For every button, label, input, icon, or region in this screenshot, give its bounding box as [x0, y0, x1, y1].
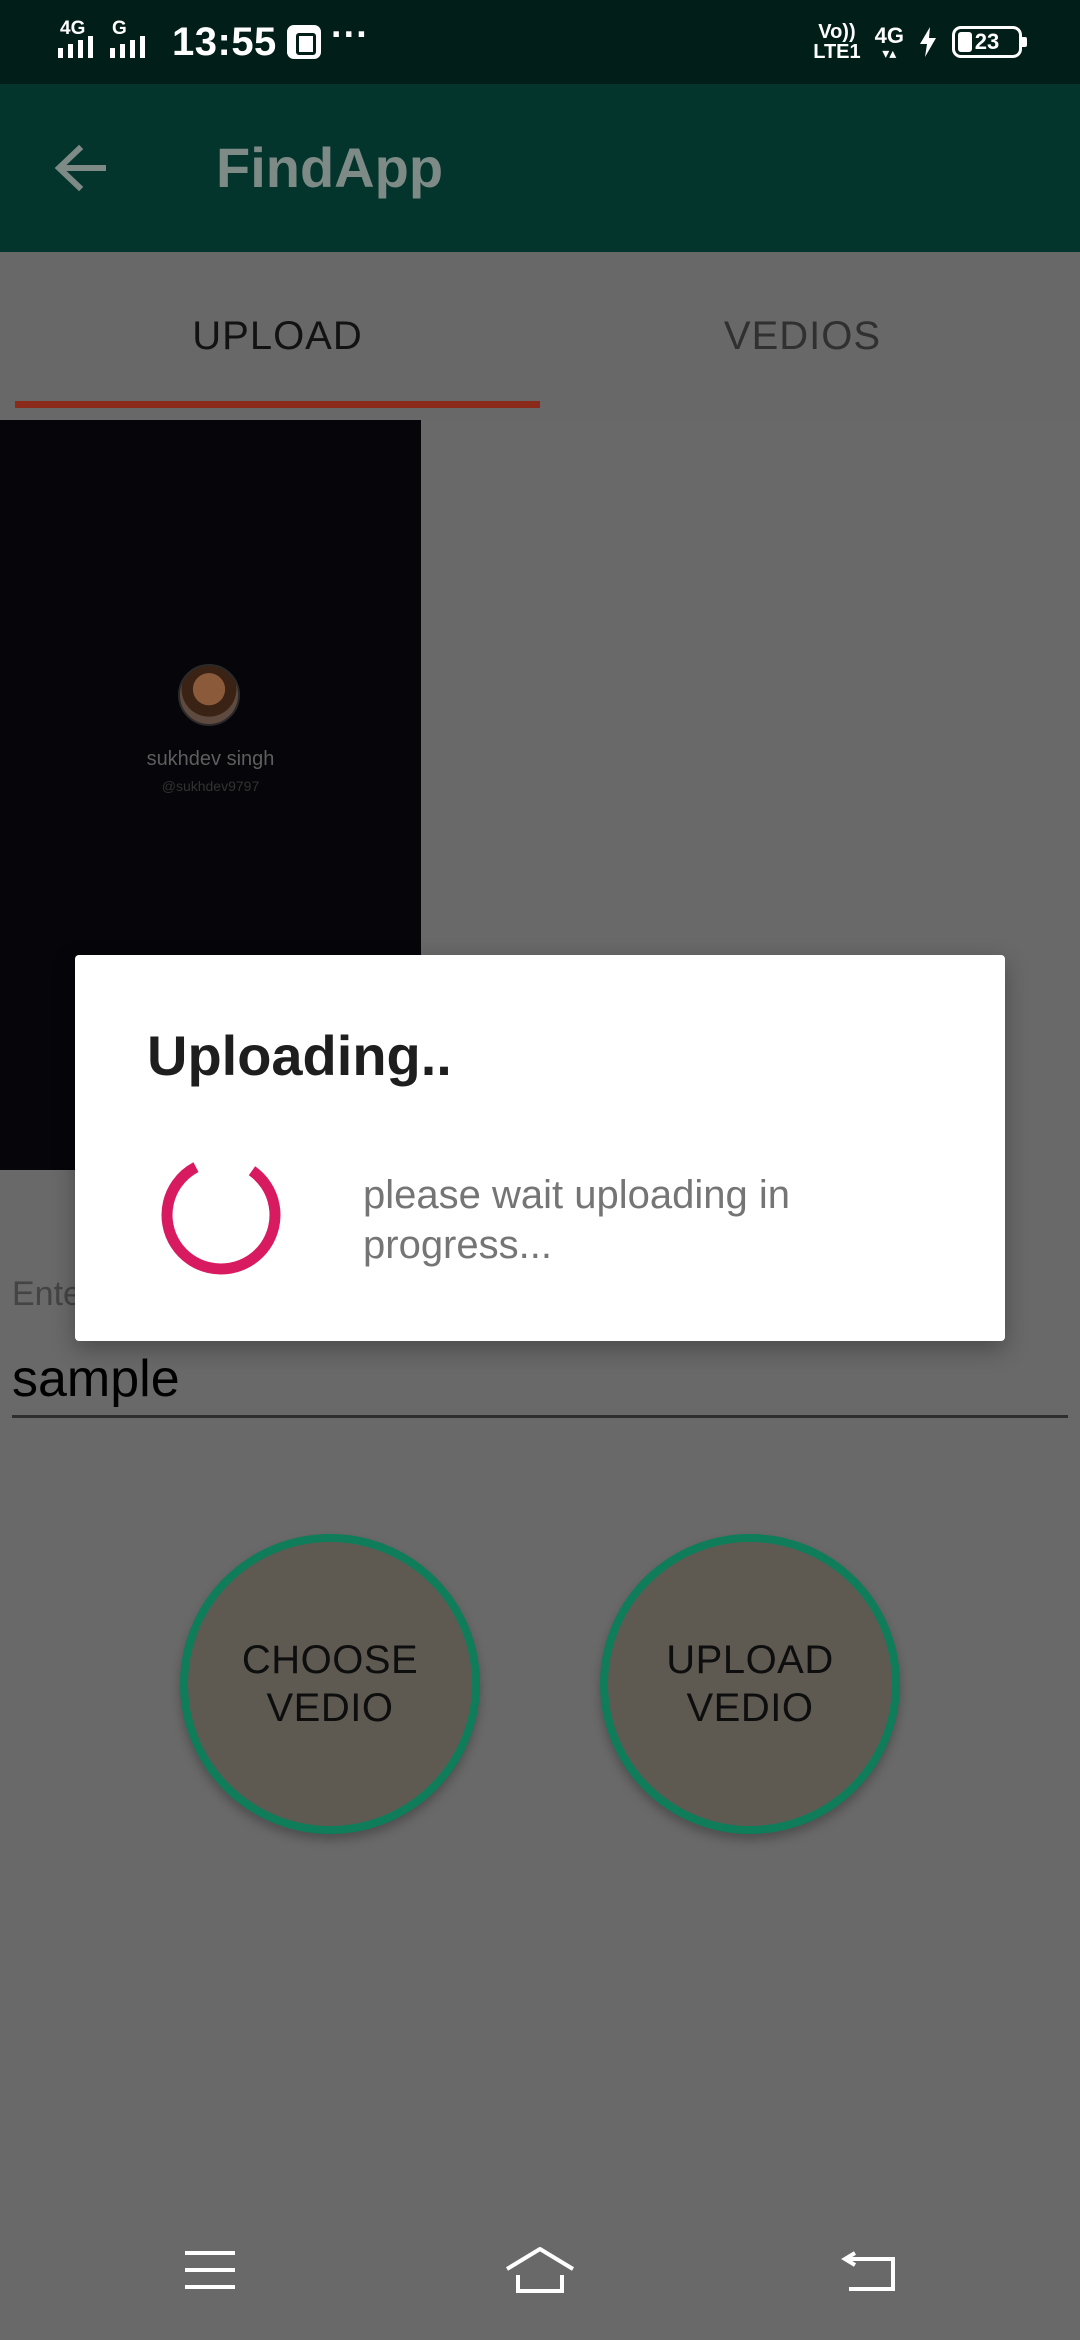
- video-author-name: sukhdev singh: [146, 748, 275, 770]
- tab-vedios-label: VEDIOS: [723, 313, 882, 358]
- progress-spinner-icon: [161, 1155, 281, 1275]
- status-left: 4G G 13:55 ···: [58, 14, 369, 70]
- back-button[interactable]: [48, 136, 112, 200]
- arrow-left-icon: [54, 144, 106, 192]
- title-input[interactable]: [12, 1342, 1068, 1418]
- progress-dialog: Uploading.. please wait uploading in pro…: [75, 955, 1005, 1341]
- back-nav-button[interactable]: [820, 2220, 920, 2320]
- choose-video-label-2: VEDIO: [266, 1686, 394, 1730]
- battery-level: 23: [974, 29, 1000, 54]
- status-bar: 4G G 13:55 ··· Vo)) LTE1 4G ▾▴ 23: [0, 0, 1080, 84]
- back-icon: [841, 2251, 895, 2291]
- choose-video-button[interactable]: CHOOSE VEDIO: [180, 1534, 480, 1834]
- video-author-handle: @sukhdev9797: [161, 778, 260, 794]
- dialog-message: please wait uploading in progress...: [363, 1173, 790, 1267]
- battery-icon: 23: [952, 26, 1027, 58]
- upload-video-button[interactable]: UPLOAD VEDIO: [600, 1534, 900, 1834]
- mobile-data-icon: 4G ▾▴: [874, 23, 904, 61]
- recent-apps-button[interactable]: [160, 2220, 260, 2320]
- upload-video-label-1: UPLOAD: [666, 1638, 834, 1682]
- app-title: FindApp: [216, 136, 444, 199]
- clock: 13:55: [172, 19, 277, 64]
- home-button[interactable]: [490, 2220, 590, 2320]
- tab-bar: UPLOAD VEDIOS: [0, 252, 1080, 420]
- app-toolbar: FindApp: [0, 84, 1080, 252]
- tab-vedios[interactable]: VEDIOS: [540, 252, 1065, 420]
- tab-upload-label: UPLOAD: [192, 313, 363, 358]
- menu-icon: [185, 2251, 235, 2289]
- system-nav-bar: [0, 2200, 1080, 2340]
- signal-2-icon: G: [110, 14, 162, 70]
- volte-icon: Vo)) LTE1: [813, 21, 861, 63]
- tab-indicator: [15, 401, 540, 408]
- status-right: Vo)) LTE1 4G ▾▴ 23: [813, 14, 1027, 70]
- title-field-label: Ente: [12, 1275, 82, 1313]
- avatar: [178, 664, 240, 726]
- upload-video-label-2: VEDIO: [686, 1686, 814, 1730]
- dialog-title: Uploading..: [147, 1024, 452, 1087]
- notification-app-icon: [286, 25, 321, 59]
- signal-1-icon: 4G: [58, 14, 110, 70]
- home-icon: [505, 2247, 575, 2293]
- more-notifications-icon: ···: [330, 13, 369, 56]
- choose-video-label-1: CHOOSE: [241, 1638, 419, 1682]
- charging-icon: [920, 27, 936, 57]
- tab-upload[interactable]: UPLOAD: [15, 252, 540, 420]
